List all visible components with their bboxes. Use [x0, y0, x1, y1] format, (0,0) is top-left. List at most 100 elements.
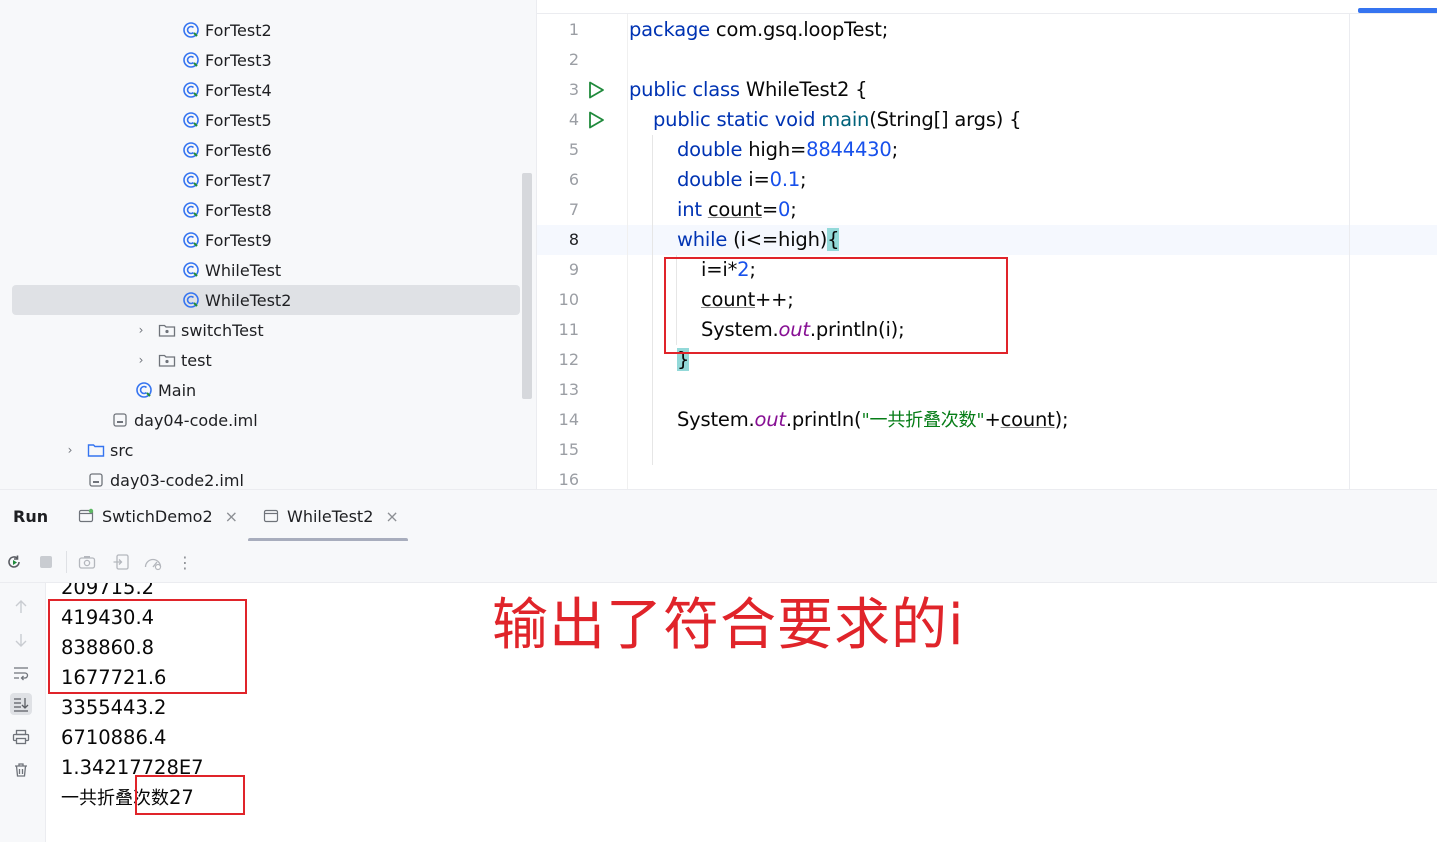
- annotation-text: 输出了符合要求的i: [492, 593, 965, 658]
- code-line-3: public class WhileTest2 {: [629, 78, 868, 101]
- right-margin-guide: [1349, 14, 1350, 489]
- run-gutter-icon[interactable]: [586, 80, 606, 100]
- java-class-icon: [182, 201, 200, 219]
- rerun-icon[interactable]: [4, 552, 24, 572]
- tree-item-label: WhileTest2: [205, 290, 292, 310]
- tree-item-label: day03-code2.iml: [110, 470, 244, 490]
- tree-item-main[interactable]: Main: [0, 375, 520, 405]
- run-toolbar: ⋮: [0, 541, 1437, 583]
- tree-item-label: Main: [158, 380, 197, 400]
- chevron-right-icon[interactable]: ›: [134, 353, 148, 367]
- run-gutter-icon[interactable]: [586, 110, 606, 130]
- up-arrow-icon[interactable]: [10, 596, 32, 618]
- line-number: 11: [558, 320, 579, 339]
- profiler-icon[interactable]: [143, 552, 163, 572]
- output-line: 3355443.2: [61, 696, 167, 719]
- package-folder-icon: [158, 351, 176, 369]
- line-number: 10: [558, 290, 579, 309]
- code-line-4: public static void main(String[] args) {: [653, 108, 1022, 131]
- java-class-icon: [182, 231, 200, 249]
- tab-label: WhileTest2: [287, 506, 374, 526]
- line-number: 7: [568, 200, 579, 219]
- tree-item-day03-iml[interactable]: day03-code2.iml: [0, 465, 520, 489]
- toolbar-separator: [66, 551, 67, 573]
- tree-item-fortest8[interactable]: ForTest8: [0, 195, 520, 225]
- line-number: 9: [568, 260, 579, 279]
- line-number: 14: [558, 410, 579, 429]
- tree-item-label: ForTest4: [205, 80, 272, 100]
- module-file-icon: [87, 471, 105, 489]
- tree-item-label: ForTest6: [205, 140, 272, 160]
- tree-item-fortest5[interactable]: ForTest5: [0, 105, 520, 135]
- soft-wrap-icon[interactable]: [10, 662, 32, 684]
- code-line-14: System.out.println("一共折叠次数"+count);: [677, 408, 1069, 431]
- run-panel-header: Run SwtichDemo2 × WhileTest2 ×: [0, 489, 1437, 542]
- tab-whiletest2[interactable]: WhileTest2 ×: [263, 490, 399, 542]
- line-number: 12: [558, 350, 579, 369]
- code-line-8: while (i<=high){: [677, 228, 840, 251]
- down-arrow-icon[interactable]: [10, 629, 32, 651]
- run-panel-title: Run: [13, 507, 49, 526]
- java-class-icon: [182, 171, 200, 189]
- line-number: 15: [558, 440, 579, 459]
- screenshot-icon[interactable]: [77, 552, 97, 572]
- print-icon[interactable]: [10, 726, 32, 748]
- line-number: 2: [568, 50, 579, 69]
- highlight-box-output: [48, 599, 247, 694]
- stop-icon[interactable]: [36, 552, 56, 572]
- tree-item-fortest7[interactable]: ForTest7: [0, 165, 520, 195]
- code-editor[interactable]: 1 2 3 4 5 6 7 8 9 10 11 12 13 14 15 16 p…: [536, 0, 1437, 489]
- chevron-right-icon[interactable]: ›: [134, 323, 148, 337]
- tree-item-label: switchTest: [181, 320, 264, 340]
- line-number: 8: [568, 230, 579, 249]
- java-class-icon: [182, 141, 200, 159]
- line-number: 4: [568, 110, 579, 129]
- trash-icon[interactable]: [10, 759, 32, 781]
- line-number: 3: [568, 80, 579, 99]
- close-icon[interactable]: ×: [225, 507, 238, 526]
- tree-item-label: ForTest5: [205, 110, 272, 130]
- line-number: 13: [558, 380, 579, 399]
- code-line-6: double i=0.1;: [677, 168, 807, 191]
- tree-item-label: ForTest8: [205, 200, 272, 220]
- java-class-icon: [182, 51, 200, 69]
- tree-item-fortest3[interactable]: ForTest3: [0, 45, 520, 75]
- java-class-icon: [182, 291, 200, 309]
- tree-item-fortest9[interactable]: ForTest9: [0, 225, 520, 255]
- scroll-to-end-icon[interactable]: [10, 693, 32, 715]
- tree-item-fortest6[interactable]: ForTest6: [0, 135, 520, 165]
- tree-item-label: day04-code.iml: [134, 410, 258, 430]
- run-config-icon: [78, 508, 94, 523]
- restore-layout-icon[interactable]: [111, 552, 131, 572]
- tree-item-fortest2[interactable]: ForTest2: [0, 15, 520, 45]
- code-line-1: package com.gsq.loopTest;: [629, 18, 889, 41]
- editor-tab-strip: [537, 0, 1437, 14]
- java-class-icon: [182, 81, 200, 99]
- tab-label: SwtichDemo2: [102, 506, 213, 526]
- more-icon[interactable]: ⋮: [175, 552, 195, 572]
- tree-scrollbar[interactable]: [522, 173, 532, 399]
- console-side-toolbar: [0, 583, 46, 842]
- tree-item-switchtest[interactable]: › switchTest: [0, 315, 520, 345]
- code-line-5: double high=8844430;: [677, 138, 898, 161]
- run-config-icon: [263, 509, 279, 523]
- java-class-icon: [182, 21, 200, 39]
- output-line: 6710886.4: [61, 726, 167, 749]
- gutter-separator: [627, 14, 628, 489]
- tree-item-label: ForTest3: [205, 50, 272, 70]
- tree-item-day04-iml[interactable]: day04-code.iml: [0, 405, 520, 435]
- tree-item-src[interactable]: › src: [0, 435, 520, 465]
- java-class-icon: [135, 381, 153, 399]
- tree-item-whiletest[interactable]: WhileTest: [0, 255, 520, 285]
- tab-swtichdemo2[interactable]: SwtichDemo2 ×: [78, 490, 238, 542]
- project-tree: ForTest2 ForTest3 ForTest4 ForTest5 ForT…: [0, 0, 536, 489]
- chevron-right-icon[interactable]: ›: [63, 443, 77, 457]
- highlight-box-count: [135, 775, 245, 815]
- code-line-7: int count=0;: [677, 198, 797, 221]
- tree-item-fortest4[interactable]: ForTest4: [0, 75, 520, 105]
- tree-item-test[interactable]: › test: [0, 345, 520, 375]
- close-icon[interactable]: ×: [385, 507, 398, 526]
- active-tab-indicator: [1358, 8, 1437, 13]
- tree-item-whiletest2[interactable]: WhileTest2: [12, 285, 520, 315]
- current-line-highlight: [537, 225, 1437, 255]
